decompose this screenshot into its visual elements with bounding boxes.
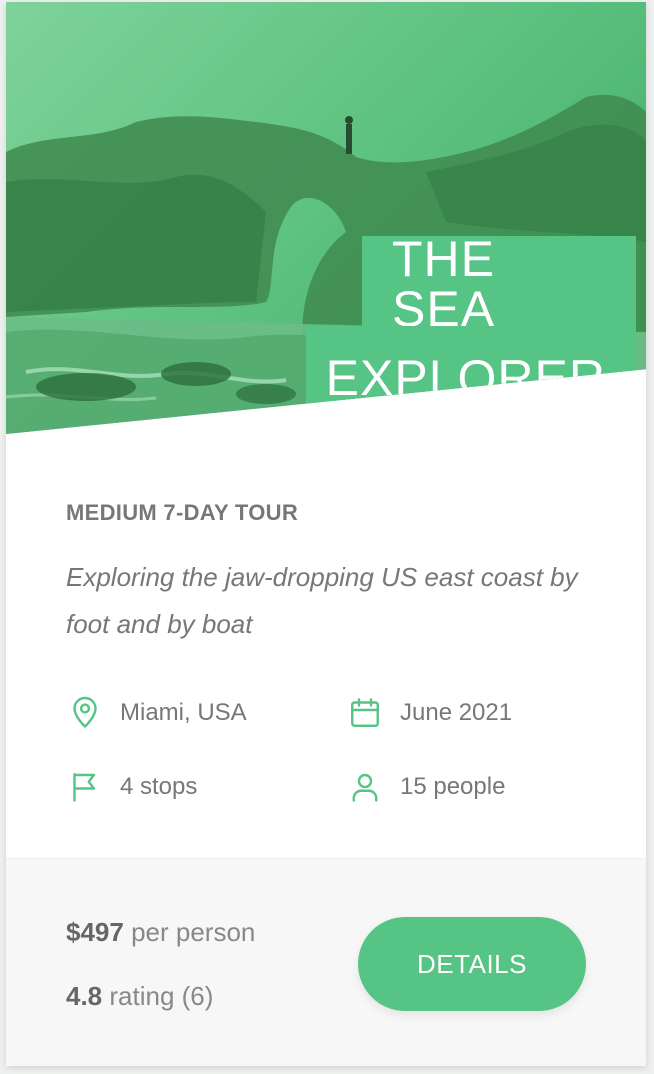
calendar-icon [346, 694, 384, 732]
detail-location: Miami, USA [66, 694, 247, 732]
rating-suffix: rating (6) [109, 981, 214, 1011]
date-text: June 2021 [400, 699, 513, 726]
price: $497 per person [66, 917, 255, 948]
person-figure [346, 124, 352, 154]
user-icon [346, 768, 384, 806]
tour-type: MEDIUM 7-DAY TOUR [66, 500, 299, 525]
flag-icon [66, 768, 104, 806]
tour-title-text-1: THE SEA [392, 231, 496, 337]
tour-title-line2: EXPLORER [306, 326, 636, 430]
location-text: Miami, USA [120, 699, 247, 726]
rating: 4.8 rating (6) [66, 981, 213, 1012]
tour-card: THE SEA EXPLORER MEDIUM 7-DAY TOUR Explo… [6, 2, 646, 1066]
details-button[interactable]: DETAILS [358, 917, 586, 1011]
people-text: 15 people [400, 773, 506, 800]
detail-date: June 2021 [346, 694, 512, 732]
price-value: $497 [66, 917, 124, 947]
detail-stops: 4 stops [66, 768, 197, 806]
tour-title-line1: THE SEA [362, 231, 636, 337]
rating-value: 4.8 [66, 981, 103, 1011]
detail-people: 15 people [346, 768, 505, 806]
map-pin-icon [66, 694, 104, 732]
tour-description: Exploring the jaw-dropping US east coast… [66, 562, 578, 639]
hero-image: THE SEA EXPLORER [6, 2, 646, 434]
stops-text: 4 stops [120, 773, 198, 800]
card-footer: $497 per person 4.8 rating (6) DETAILS [6, 858, 646, 1066]
tour-title-text-2: EXPLORER [325, 350, 606, 406]
price-suffix: per person [131, 917, 256, 947]
